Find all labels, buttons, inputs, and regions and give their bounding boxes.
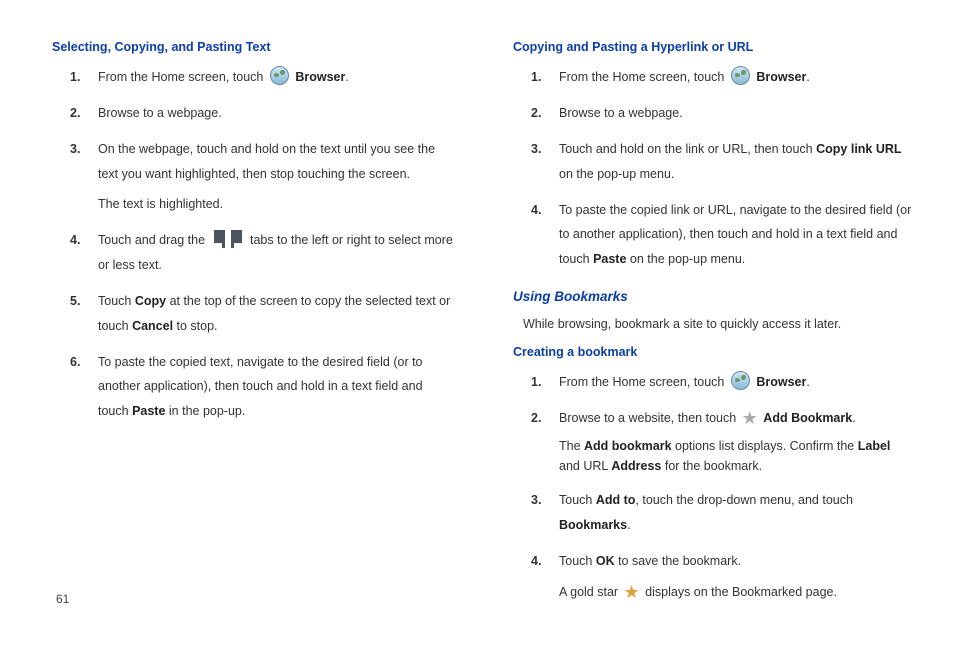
steps-copy-url: 1. From the Home screen, touch Browser. … xyxy=(531,65,914,272)
step-4: 4. Touch OK to save the bookmark. A gold… xyxy=(531,549,914,604)
step-1: 1. From the Home screen, touch Browser. xyxy=(531,65,914,89)
browser-label: Browser xyxy=(295,70,345,84)
step-3: 3. On the webpage, touch and hold on the… xyxy=(70,137,453,216)
selection-handles-icon xyxy=(213,228,243,252)
right-column: Copying and Pasting a Hyperlink or URL 1… xyxy=(513,36,914,616)
copy-link-label: Copy link URL xyxy=(816,142,901,156)
bookmarks-label: Bookmarks xyxy=(559,518,627,532)
page-number: 61 xyxy=(56,592,69,606)
browser-label: Browser xyxy=(756,70,806,84)
heading-create-bookmark: Creating a bookmark xyxy=(513,341,914,364)
heading-bookmarks: Using Bookmarks xyxy=(513,285,914,309)
text: From the Home screen, touch xyxy=(98,70,267,84)
step-3-sub: The text is highlighted. xyxy=(98,192,453,216)
browser-label: Browser xyxy=(756,375,806,389)
step-4: 4. To paste the copied link or URL, navi… xyxy=(531,198,914,271)
steps-create-bookmark: 1. From the Home screen, touch Browser. … xyxy=(531,370,914,604)
step-2: 2. Browse to a website, then touch ★ Add… xyxy=(531,406,914,476)
globe-icon xyxy=(731,66,750,85)
text: Browse to a webpage. xyxy=(98,106,222,120)
add-to-label: Add to xyxy=(596,493,636,507)
step-2-sub: The Add bookmark options list displays. … xyxy=(559,436,914,476)
bookmarks-intro: While browsing, bookmark a site to quick… xyxy=(523,313,914,337)
step-3: 3. Touch Add to, touch the drop-down men… xyxy=(531,488,914,537)
steps-selecting: 1. From the Home screen, touch Browser. … xyxy=(70,65,453,424)
left-column: Selecting, Copying, and Pasting Text 1. … xyxy=(52,36,453,616)
step-4-sub: A gold star ★ displays on the Bookmarked… xyxy=(559,580,914,604)
heading-selecting: Selecting, Copying, and Pasting Text xyxy=(52,36,453,59)
cancel-label: Cancel xyxy=(132,319,173,333)
text-pre: Touch and drag the xyxy=(98,233,209,247)
add-bookmark-label: Add Bookmark xyxy=(763,411,852,425)
globe-icon xyxy=(270,66,289,85)
paste-label: Paste xyxy=(132,404,165,418)
step-6: 6. To paste the copied text, navigate to… xyxy=(70,350,453,423)
copy-label: Copy xyxy=(135,294,166,308)
paste-label: Paste xyxy=(593,252,626,266)
step-2: 2. Browse to a webpage. xyxy=(531,101,914,125)
step-1: 1. From the Home screen, touch Browser. xyxy=(70,65,453,89)
step-5: 5. Touch Copy at the top of the screen t… xyxy=(70,289,453,338)
globe-icon xyxy=(731,371,750,390)
step-2: 2. Browse to a webpage. xyxy=(70,101,453,125)
step-4: 4. Touch and drag the tabs to the left o… xyxy=(70,228,453,277)
text: On the webpage, touch and hold on the te… xyxy=(98,142,435,180)
heading-copy-url: Copying and Pasting a Hyperlink or URL xyxy=(513,36,914,59)
step-1: 1. From the Home screen, touch Browser. xyxy=(531,370,914,394)
step-3: 3. Touch and hold on the link or URL, th… xyxy=(531,137,914,186)
ok-label: OK xyxy=(596,554,615,568)
